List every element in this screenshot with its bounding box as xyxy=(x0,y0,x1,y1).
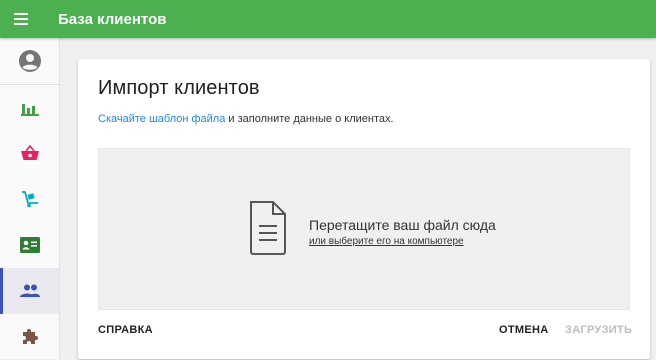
dropzone-title: Перетащите ваш файл сюда xyxy=(309,217,496,233)
people-icon xyxy=(19,284,40,297)
hand-truck-icon xyxy=(21,191,38,208)
import-card: Импорт клиентов Скачайте шаблон файла и … xyxy=(78,59,650,359)
account-circle-icon xyxy=(18,49,41,72)
help-button[interactable]: СПРАВКА xyxy=(98,324,153,336)
puzzle-icon xyxy=(22,328,38,344)
sidebar xyxy=(0,38,60,359)
hamburger-menu-icon xyxy=(14,13,28,25)
app-bar: База клиентов xyxy=(0,0,656,38)
sidebar-item-statistics[interactable] xyxy=(0,85,59,131)
card-actions: СПРАВКА ОТМЕНА ЗАГРУЗИТЬ xyxy=(78,324,650,344)
document-icon xyxy=(250,201,286,255)
shopping-basket-icon xyxy=(20,145,39,161)
card-title: Импорт клиентов xyxy=(98,77,260,99)
sidebar-item-account[interactable] xyxy=(0,38,59,85)
download-template-link[interactable]: Скачайте шаблон файла xyxy=(98,113,225,125)
card-subtitle: Скачайте шаблон файла и заполните данные… xyxy=(98,113,394,125)
sidebar-item-orders[interactable] xyxy=(0,131,59,177)
subtitle-text: и заполните данные о клиентах. xyxy=(225,113,394,125)
app-title: База клиентов xyxy=(58,10,167,28)
sidebar-item-clients[interactable] xyxy=(0,267,59,314)
cancel-button[interactable]: ОТМЕНА xyxy=(499,324,548,336)
contact-card-icon xyxy=(19,237,40,254)
sidebar-item-delivery[interactable] xyxy=(0,176,59,222)
upload-button[interactable]: ЗАГРУЗИТЬ xyxy=(565,324,632,336)
menu-button[interactable] xyxy=(14,0,46,38)
sidebar-item-contacts[interactable] xyxy=(0,222,59,268)
file-dropzone[interactable]: Перетащите ваш файл сюда или выберите ег… xyxy=(98,148,630,310)
sidebar-item-extensions[interactable] xyxy=(0,314,59,360)
browse-computer-link[interactable]: или выберите его на компьютере xyxy=(309,236,464,247)
bar-chart-icon xyxy=(20,103,39,116)
